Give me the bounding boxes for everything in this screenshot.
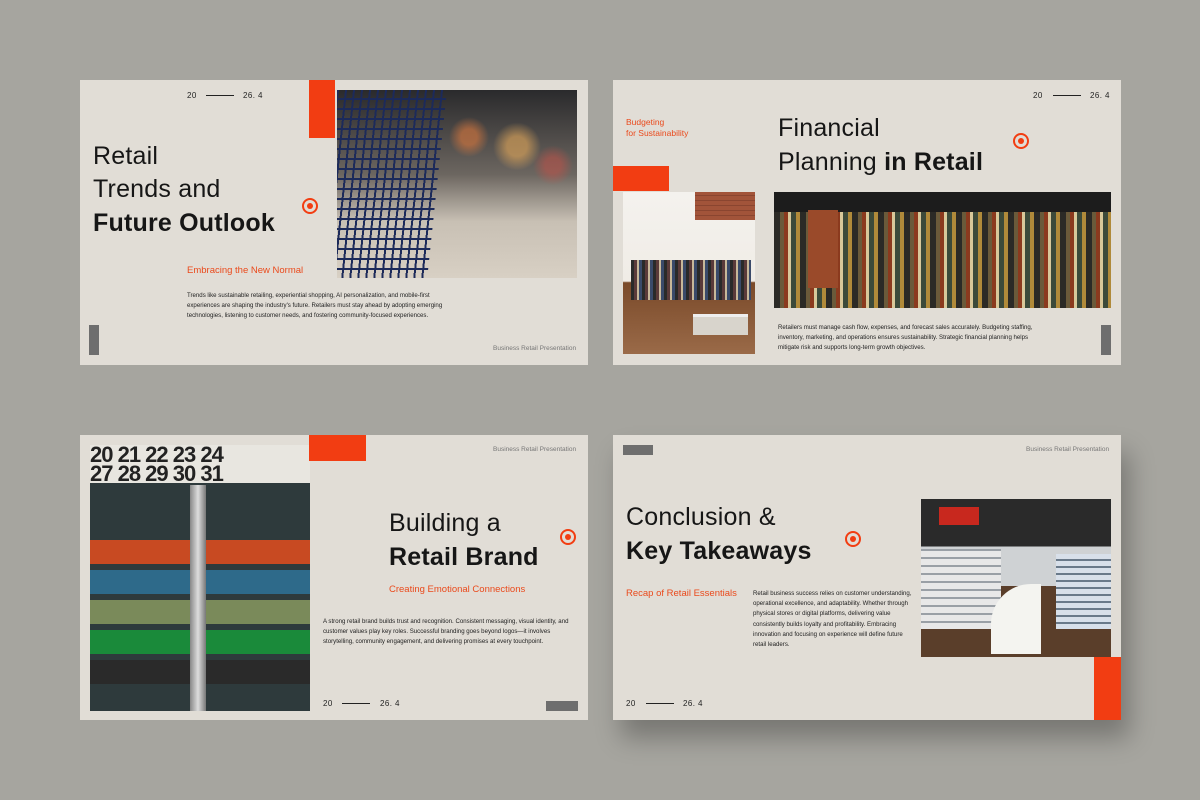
- slide-footer: Business Retail Presentation: [1026, 446, 1110, 453]
- accent-block: [309, 80, 335, 138]
- clothing-store-photo: [623, 192, 755, 354]
- date-left: 20: [1033, 91, 1043, 100]
- slide-retail-trends[interactable]: 20 26. 4 Retail Trends and Future Outloo…: [80, 80, 588, 365]
- supermarket-photo: [921, 499, 1111, 657]
- slide-title-line1: Retail: [93, 142, 159, 170]
- slide-title-line1: Building a: [389, 509, 501, 537]
- slide-body: Retailers must manage cash flow, expense…: [778, 324, 1033, 352]
- date-right: 26. 4: [243, 91, 263, 100]
- slide-tag-line1: Budgeting: [626, 117, 665, 127]
- clothing-rack-photo: [774, 192, 1111, 308]
- grey-marker: [623, 445, 653, 455]
- target-icon: [1013, 133, 1029, 149]
- date-left: 20: [323, 699, 333, 708]
- calendar-numbers: 20 21 22 23 24 27 28 29 30 31: [90, 445, 310, 485]
- target-icon: [845, 531, 861, 547]
- date-divider: [1053, 95, 1081, 96]
- date-divider: [206, 95, 234, 96]
- slide-subtitle: Embracing the New Normal: [187, 265, 304, 276]
- slide-subtitle: Creating Emotional Connections: [389, 584, 526, 595]
- slide-title-line2: Retail Brand: [389, 543, 539, 571]
- grey-marker: [89, 325, 99, 355]
- date-left: 20: [187, 91, 197, 100]
- slide-footer: Business Retail Presentation: [493, 446, 577, 453]
- slide-title-line1: Conclusion &: [626, 503, 776, 531]
- date-right: 26. 4: [1090, 91, 1110, 100]
- slide-body: A strong retail brand builds trust and r…: [323, 618, 569, 646]
- accent-block: [309, 435, 366, 461]
- slide-conclusion[interactable]: Business Retail Presentation Conclusion …: [613, 435, 1121, 720]
- target-icon: [560, 529, 576, 545]
- hangers-photo: 20 21 22 23 24 27 28 29 30 31: [90, 445, 310, 711]
- date-left: 20: [626, 699, 636, 708]
- slide-title-line3: Future Outlook: [93, 209, 275, 237]
- date-right: 26. 4: [380, 699, 400, 708]
- slide-title-line2: Planning in Retail: [778, 146, 983, 179]
- slide-financial-planning[interactable]: 20 26. 4 Budgeting for Sustainability Fi…: [613, 80, 1121, 365]
- title-regular: Planning: [778, 148, 877, 176]
- target-icon: [302, 198, 318, 214]
- accent-block: [613, 166, 669, 191]
- slide-retail-brand[interactable]: 20 21 22 23 24 27 28 29 30 31 Business R…: [80, 435, 588, 720]
- slide-title-line2: Trends and: [93, 175, 221, 203]
- date-divider: [342, 703, 370, 704]
- slide-subtitle: Recap of Retail Essentials: [626, 588, 737, 599]
- slide-title-line2: Key Takeaways: [626, 537, 812, 565]
- grey-marker: [1101, 325, 1111, 355]
- date-right: 26. 4: [683, 699, 703, 708]
- slide-title-line1: Financial: [778, 114, 880, 142]
- slide-body: Trends like sustainable retailing, exper…: [187, 292, 443, 320]
- accent-block: [1094, 657, 1121, 720]
- shopping-cart-photo: [337, 90, 577, 278]
- slide-tag-line2: for Sustainability: [626, 128, 689, 138]
- grey-marker: [546, 701, 578, 711]
- slide-footer: Business Retail Presentation: [493, 345, 577, 352]
- slide-body: Retail business success relies on custom…: [753, 590, 912, 649]
- date-divider: [646, 703, 674, 704]
- title-bold: in Retail: [884, 148, 984, 176]
